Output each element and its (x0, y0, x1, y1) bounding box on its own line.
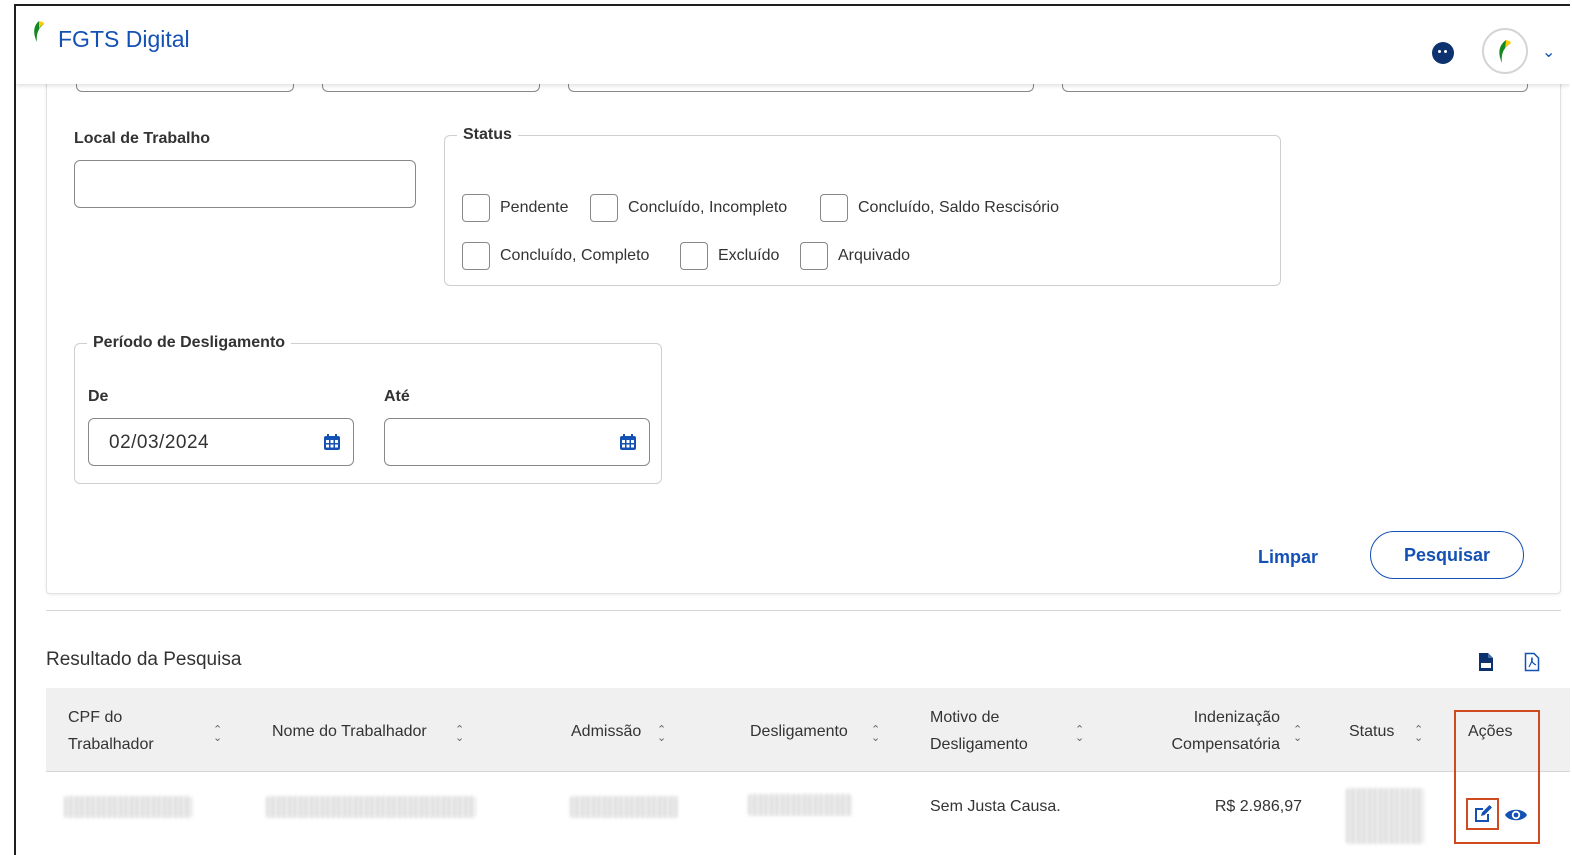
app-frame: FGTS Digital ⌄ Local de Trabalho Status … (14, 4, 1570, 855)
checkbox-label: Concluído, Incompleto (628, 199, 788, 216)
checkbox-concluido-saldo[interactable]: Concluído, Saldo Rescisório (820, 194, 1059, 222)
sort-icon[interactable]: ⌃ ⌄ (1075, 725, 1084, 744)
motivo-cell: Sem Justa Causa. (930, 798, 1061, 815)
table-header: CPF do Trabalhador ⌃ ⌄ Nome do Trabalhador… (46, 688, 1570, 772)
status-legend: Status (463, 126, 512, 143)
indenizacao-cell: R$ 2.986,97 (1214, 798, 1302, 815)
results-title: Resultado da Pesquisa (46, 649, 242, 670)
checkbox-label: Concluído, Saldo Rescisório (858, 199, 1059, 216)
csv-file-icon[interactable] (1478, 652, 1494, 672)
search-button[interactable]: Pesquisar (1370, 531, 1524, 579)
cpf-redacted (64, 796, 192, 818)
checkbox-box[interactable] (680, 242, 708, 270)
periodo-legend: Período de Desligamento (93, 334, 286, 351)
table-row: Sem Justa Causa. R$ 2.986,97 (46, 772, 1570, 855)
ate-label: Até (384, 388, 410, 405)
pdf-file-icon[interactable] (1524, 652, 1540, 672)
calendar-icon[interactable] (323, 433, 341, 451)
top-header: FGTS Digital ⌄ (16, 6, 1570, 84)
sort-icon[interactable]: ⌃ ⌄ (455, 725, 464, 744)
checkbox-concluido-completo[interactable]: Concluído, Completo (462, 242, 649, 270)
col-nome[interactable]: Nome do Trabalhador (272, 718, 427, 745)
status-redacted (1346, 788, 1424, 844)
checkbox-excluido[interactable]: Excluído (680, 242, 779, 270)
col-cpf[interactable]: CPF do Trabalhador (68, 704, 154, 758)
nome-redacted (266, 796, 476, 818)
checkbox-box[interactable] (462, 242, 490, 270)
checkbox-label: Pendente (500, 199, 569, 216)
date-to-input[interactable] (384, 418, 650, 466)
checkbox-box[interactable] (462, 194, 490, 222)
gov-logo-avatar-icon (1499, 40, 1511, 63)
date-from-input[interactable]: 02/03/2024 (88, 418, 354, 466)
col-admissao[interactable]: Admissão (571, 718, 641, 745)
checkbox-box[interactable] (800, 242, 828, 270)
clear-button[interactable]: Limpar (1258, 547, 1318, 568)
col-desligamento[interactable]: Desligamento (750, 718, 848, 745)
edit-icon[interactable] (1472, 803, 1494, 825)
admissao-redacted (570, 796, 678, 818)
local-trabalho-input[interactable] (74, 160, 416, 208)
de-label: De (88, 388, 109, 405)
divider (46, 610, 1561, 611)
col-status[interactable]: Status (1349, 718, 1394, 745)
checkbox-concluido-incompleto[interactable]: Concluído, Incompleto (590, 194, 787, 222)
col-motivo[interactable]: Motivo de Desligamento (930, 704, 1028, 758)
checkbox-pendente[interactable]: Pendente (462, 194, 569, 222)
checkbox-box[interactable] (820, 194, 848, 222)
sort-icon[interactable]: ⌃ ⌄ (657, 725, 666, 744)
sort-icon[interactable]: ⌃ ⌄ (1414, 725, 1423, 744)
eye-icon[interactable] (1504, 807, 1528, 823)
avatar[interactable] (1482, 28, 1528, 74)
fgts-logo-icon (34, 21, 45, 42)
sort-icon[interactable]: ⌃ ⌄ (213, 725, 222, 744)
sort-icon[interactable]: ⌃ ⌄ (871, 725, 880, 744)
col-indenizacao[interactable]: Indenização Compensatória (1159, 704, 1281, 758)
date-from-value: 02/03/2024 (109, 432, 210, 453)
checkbox-arquivado[interactable]: Arquivado (800, 242, 910, 270)
sort-icon[interactable]: ⌃ ⌄ (1293, 725, 1302, 744)
accessibility-icon[interactable] (1432, 42, 1454, 64)
desligamento-redacted (748, 794, 852, 816)
checkbox-box[interactable] (590, 194, 618, 222)
calendar-icon[interactable] (619, 433, 637, 451)
local-trabalho-label: Local de Trabalho (74, 130, 211, 147)
chevron-down-icon[interactable]: ⌄ (1542, 42, 1555, 62)
checkbox-label: Arquivado (838, 247, 911, 264)
app-title[interactable]: FGTS Digital (58, 26, 190, 53)
checkbox-label: Concluído, Completo (500, 247, 650, 264)
checkbox-label: Excluído (718, 247, 780, 264)
